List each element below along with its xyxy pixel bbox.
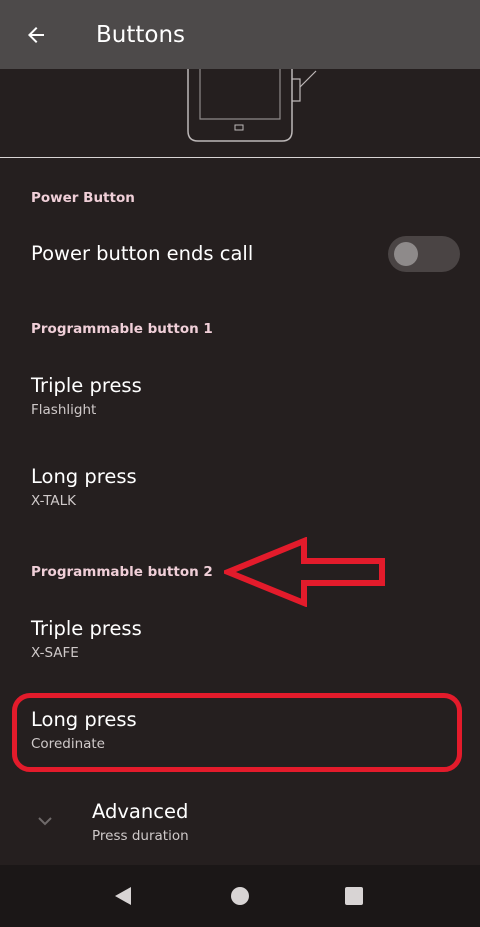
prog2-triple-press-row[interactable]: Triple press X-SAFE: [0, 597, 480, 675]
pref-summary: X-TALK: [31, 493, 77, 509]
nav-home-button[interactable]: [223, 879, 257, 913]
page-title: Buttons: [96, 21, 186, 48]
switch-thumb: [394, 242, 418, 266]
device-illustration: [187, 69, 317, 142]
pref-title: Long press: [31, 465, 137, 488]
section-header-power: Power Button: [31, 190, 135, 206]
pref-title: Triple press: [31, 617, 142, 640]
divider: [0, 157, 480, 158]
section-header-prog1: Programmable button 1: [31, 321, 213, 337]
annotation-highlight-box: [12, 693, 462, 772]
pref-title: Advanced: [92, 800, 189, 823]
nav-home-icon: [231, 887, 249, 905]
pref-title: Power button ends call: [31, 242, 254, 265]
advanced-row[interactable]: Advanced Press duration: [0, 780, 480, 860]
section-header-prog2: Programmable button 2: [31, 564, 213, 580]
nav-back-icon: [115, 887, 131, 905]
pref-title: Triple press: [31, 374, 142, 397]
pref-summary: Press duration: [92, 828, 189, 844]
nav-recents-button[interactable]: [337, 879, 371, 913]
prog1-triple-press-row[interactable]: Triple press Flashlight: [0, 354, 480, 432]
prog1-long-press-row[interactable]: Long press X-TALK: [0, 445, 480, 523]
back-button[interactable]: [0, 0, 72, 69]
system-nav-bar: [0, 865, 480, 927]
power-ends-call-switch[interactable]: [388, 236, 460, 272]
chevron-down-icon: [38, 817, 52, 826]
app-bar: Buttons: [0, 0, 480, 69]
arrow-back-icon: [28, 26, 44, 43]
nav-back-button[interactable]: [106, 879, 140, 913]
settings-content[interactable]: Power Button Power button ends call Prog…: [0, 69, 480, 865]
pref-summary: Flashlight: [31, 402, 97, 418]
pref-summary: X-SAFE: [31, 645, 79, 661]
annotation-arrow-icon: [224, 537, 385, 607]
nav-recents-icon: [345, 887, 363, 905]
